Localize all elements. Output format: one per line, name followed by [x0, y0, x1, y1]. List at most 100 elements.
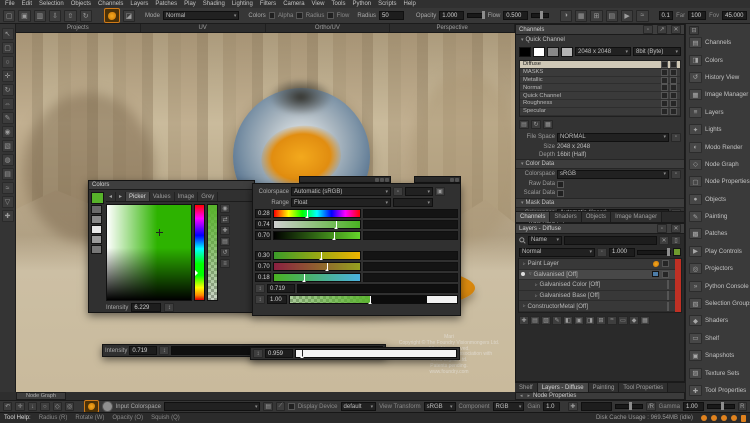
- alpha-strip[interactable]: [207, 204, 218, 301]
- close-icon[interactable]: [455, 178, 459, 182]
- move-icon[interactable]: ✛: [15, 402, 24, 411]
- memory-status-icon[interactable]: [711, 415, 717, 421]
- exposure-knob[interactable]: [629, 402, 632, 410]
- add-layer-button[interactable]: [673, 248, 681, 256]
- sidebar-item-history-view[interactable]: ↺History View: [686, 69, 750, 86]
- duplicate-layer-icon[interactable]: ◨: [585, 316, 595, 325]
- hue-slider-marker[interactable]: [307, 210, 308, 217]
- layer-row-galvanised-color[interactable]: ▹ Galvanised Color [Off]: [519, 280, 681, 291]
- lock-checkbox[interactable]: [670, 84, 677, 91]
- share-layer-icon[interactable]: ≈: [607, 316, 617, 325]
- radius-checkbox[interactable]: [296, 12, 302, 19]
- menu-lighting[interactable]: Lighting: [232, 1, 253, 7]
- file-space-select[interactable]: NORMAL▾: [557, 133, 669, 142]
- green-numeric-box[interactable]: [363, 262, 458, 271]
- reset-gamma-icon[interactable]: R: [738, 402, 747, 411]
- sidebar-item-shaders[interactable]: ◆Shaders: [686, 312, 750, 329]
- value-slider-marker[interactable]: [334, 232, 335, 239]
- menu-view[interactable]: View: [312, 1, 325, 7]
- toolbar-toggle-checkbox[interactable]: [288, 403, 295, 410]
- layer-amount-slider[interactable]: [637, 250, 671, 255]
- rotate-tool-icon[interactable]: ↻: [2, 84, 14, 96]
- blue-slider[interactable]: [273, 273, 361, 282]
- new-mask-icon[interactable]: ◧: [563, 316, 573, 325]
- smear-tool-icon[interactable]: ≈: [2, 182, 14, 194]
- menu-filters[interactable]: Filters: [260, 1, 276, 7]
- tab-scroll-right-icon[interactable]: ▸: [116, 192, 126, 201]
- dock-tab-image-manager[interactable]: Image Manager: [611, 212, 662, 222]
- gain-field[interactable]: 1.0: [543, 402, 560, 411]
- move-tool-icon[interactable]: ✛: [2, 70, 14, 82]
- reset-color-icon[interactable]: ↺: [220, 248, 230, 257]
- layer-row-galvanised[interactable]: ▿ Galvanised [Off]: [519, 270, 681, 281]
- value-value-field[interactable]: 0.70: [255, 231, 271, 240]
- paintbrush-tool-icon[interactable]: ✎: [2, 112, 14, 124]
- colorspace-extra-select[interactable]: ▾: [405, 187, 433, 196]
- lasso-tool-icon[interactable]: ○: [2, 56, 14, 68]
- sidebar-item-layers[interactable]: ≡Layers: [686, 104, 750, 121]
- red-numeric-box[interactable]: [363, 251, 458, 260]
- white-slider-marker[interactable]: [302, 350, 303, 357]
- sync-channel-icon[interactable]: ↻: [531, 120, 541, 129]
- current-color-swatch[interactable]: [91, 192, 104, 204]
- layer-row-constructormetal[interactable]: ▹ ConstructorMetal [Off]: [519, 301, 681, 312]
- gamma-slider[interactable]: [707, 404, 735, 409]
- menu-camera[interactable]: Camera: [283, 1, 304, 7]
- import-icon[interactable]: ⇩: [49, 10, 61, 22]
- maximize-icon[interactable]: [380, 178, 384, 182]
- panel-intensity-slider[interactable]: [297, 284, 458, 293]
- expander-icon[interactable]: ▹: [523, 261, 526, 267]
- display-device-select[interactable]: default▾: [341, 402, 377, 411]
- mirror-icon[interactable]: ≈: [636, 10, 648, 22]
- eyedropper-tool-icon[interactable]: ✚: [2, 210, 14, 222]
- saturation-slider[interactable]: [273, 220, 361, 229]
- red-slider-marker[interactable]: [321, 252, 322, 259]
- green-value-field[interactable]: 0.70: [255, 262, 271, 271]
- menu-help[interactable]: Help: [403, 1, 415, 7]
- alpha-checkbox[interactable]: [269, 12, 275, 19]
- expander-icon[interactable]: ▹: [523, 303, 526, 309]
- hue-numeric-box[interactable]: [363, 209, 458, 218]
- wireframe-toggle-icon[interactable]: ▦: [575, 10, 587, 22]
- layer-row-galvanised-base[interactable]: ▹ Galvanised Base [Off]: [519, 291, 681, 302]
- intensity-field[interactable]: 6.229: [131, 303, 161, 312]
- paint-tool-button[interactable]: [104, 8, 120, 23]
- gpu-status-icon[interactable]: [721, 415, 727, 421]
- alpha-value-field[interactable]: 1.00: [267, 295, 287, 304]
- color-data-section-header[interactable]: ▾ Color Data: [516, 159, 684, 169]
- green-slider-marker[interactable]: [327, 263, 328, 270]
- log-file-icon[interactable]: [741, 415, 746, 422]
- mask-data-section-header[interactable]: ▾ Mask Data: [516, 198, 684, 208]
- expander-icon[interactable]: ▹: [535, 293, 538, 299]
- tab-ortho-uv[interactable]: Ortho/UV: [266, 24, 391, 32]
- gamma-knob[interactable]: [721, 402, 724, 410]
- alpha-slider-marker[interactable]: [370, 296, 371, 303]
- palette-icon[interactable]: ▤: [220, 237, 230, 246]
- intensity-spinner-icon[interactable]: ↕: [164, 303, 174, 312]
- hue-marker[interactable]: [195, 270, 201, 276]
- export-icon[interactable]: ⇧: [64, 10, 76, 22]
- channel-row-masks[interactable]: MASKS: [520, 69, 680, 77]
- hue-value-field[interactable]: 0.28: [255, 209, 271, 218]
- far-clip-field[interactable]: 100: [688, 11, 706, 20]
- saturation-numeric-box[interactable]: [363, 220, 458, 229]
- symmetry-toggle-icon[interactable]: ⊞: [590, 10, 602, 22]
- floating-white-slider[interactable]: [295, 349, 457, 358]
- layers-panel-header[interactable]: Layers - Diffuse ▫ ✕: [516, 224, 684, 234]
- component-select[interactable]: RGB▾: [493, 402, 525, 411]
- colorspace-select[interactable]: Automatic (sRGB)▾: [291, 187, 391, 196]
- exposure-plus-icon[interactable]: ✚: [568, 402, 577, 411]
- swap-colors-icon[interactable]: ⇄: [220, 215, 230, 224]
- gray-swatch-1[interactable]: [91, 205, 102, 214]
- delete-layer-icon[interactable]: ▯: [671, 236, 681, 245]
- add-channel-icon[interactable]: ▤: [519, 120, 529, 129]
- remove-layer-icon[interactable]: ▦: [640, 316, 650, 325]
- layer-visibility-checkbox[interactable]: [667, 302, 669, 311]
- sidebar-item-projectors[interactable]: ◎Projectors: [686, 260, 750, 277]
- cache-checkbox[interactable]: [661, 108, 668, 115]
- towel-tool-icon[interactable]: ▤: [2, 168, 14, 180]
- reset-exposure-icon[interactable]: /R: [646, 402, 655, 411]
- sidebar-item-channels[interactable]: ▤Channels: [686, 34, 750, 51]
- sidebar-item-snapshots[interactable]: ▣Snapshots: [686, 347, 750, 364]
- menu-play[interactable]: Play: [184, 1, 196, 7]
